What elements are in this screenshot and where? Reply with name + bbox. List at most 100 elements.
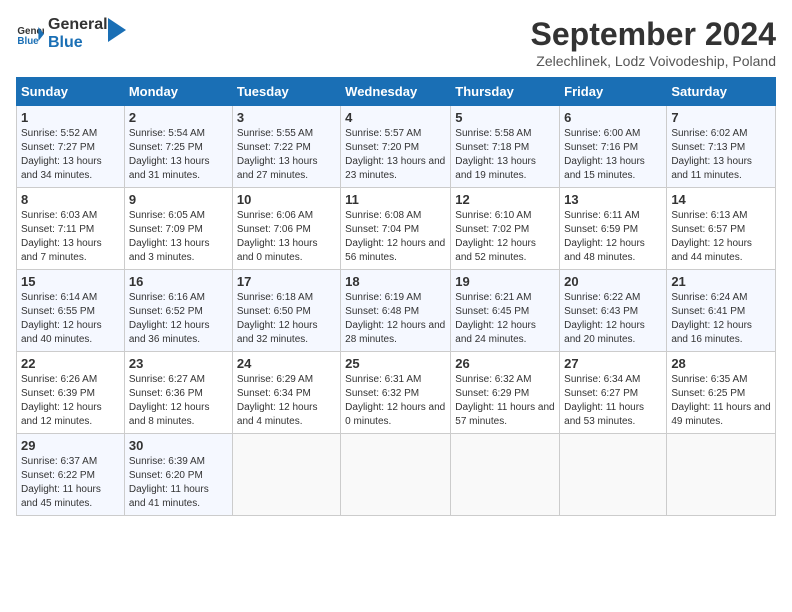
- logo-general: General: [48, 16, 108, 34]
- day-info: Sunrise: 5:57 AMSunset: 7:20 PMDaylight:…: [345, 128, 445, 181]
- table-row: 15Sunrise: 6:14 AMSunset: 6:55 PMDayligh…: [17, 270, 125, 352]
- table-row: 18 Sunrise: 6:19 AMSunset: 6:48 PMDayligh…: [341, 270, 451, 352]
- table-row: 2 Sunrise: 5:54 AMSunset: 7:25 PMDaylight…: [124, 106, 232, 188]
- calendar-week-2: 8Sunrise: 6:03 AMSunset: 7:11 PMDaylight…: [17, 188, 776, 270]
- day-num: 3: [237, 110, 336, 125]
- day-info: Sunrise: 6:08 AMSunset: 7:04 PMDaylight:…: [345, 210, 445, 263]
- table-row: 20 Sunrise: 6:22 AMSunset: 6:43 PMDayligh…: [560, 270, 667, 352]
- day-num: 28: [671, 356, 771, 371]
- table-row: 5 Sunrise: 5:58 AMSunset: 7:18 PMDaylight…: [451, 106, 560, 188]
- table-row: 14Sunrise: 6:13 AMSunset: 6:57 PMDayligh…: [667, 188, 776, 270]
- day-info: Sunrise: 6:24 AMSunset: 6:41 PMDaylight:…: [671, 292, 752, 345]
- day-info: Sunrise: 6:34 AMSunset: 6:27 PMDaylight:…: [564, 374, 644, 427]
- table-row: 3 Sunrise: 5:55 AMSunset: 7:22 PMDaylight…: [232, 106, 340, 188]
- table-row: 22 Sunrise: 6:26 AMSunset: 6:39 PMDayligh…: [17, 352, 125, 434]
- day-info: Sunrise: 6:00 AMSunset: 7:16 PMDaylight:…: [564, 128, 645, 181]
- day-info: Sunrise: 5:58 AMSunset: 7:18 PMDaylight:…: [455, 128, 536, 181]
- calendar-week-4: 22 Sunrise: 6:26 AMSunset: 6:39 PMDayligh…: [17, 352, 776, 434]
- table-row: 4 Sunrise: 5:57 AMSunset: 7:20 PMDaylight…: [341, 106, 451, 188]
- col-tuesday: Tuesday: [232, 78, 340, 106]
- day-info: Sunrise: 6:35 AMSunset: 6:25 PMDaylight:…: [671, 374, 770, 427]
- calendar-title: September 2024: [531, 16, 776, 53]
- day-info: Sunrise: 6:02 AMSunset: 7:13 PMDaylight:…: [671, 128, 752, 181]
- table-row: 21 Sunrise: 6:24 AMSunset: 6:41 PMDayligh…: [667, 270, 776, 352]
- table-row: 7 Sunrise: 6:02 AMSunset: 7:13 PMDaylight…: [667, 106, 776, 188]
- day-num: 5: [455, 110, 555, 125]
- day-info: Sunrise: 6:14 AMSunset: 6:55 PMDaylight:…: [21, 292, 102, 345]
- table-row: 16 Sunrise: 6:16 AMSunset: 6:52 PMDayligh…: [124, 270, 232, 352]
- table-row: 29Sunrise: 6:37 AMSunset: 6:22 PMDayligh…: [17, 434, 125, 516]
- day-info: Sunrise: 6:13 AMSunset: 6:57 PMDaylight:…: [671, 210, 752, 263]
- table-row: 25 Sunrise: 6:31 AMSunset: 6:32 PMDayligh…: [341, 352, 451, 434]
- table-row: 11Sunrise: 6:08 AMSunset: 7:04 PMDayligh…: [341, 188, 451, 270]
- logo-arrow-icon: [108, 18, 126, 42]
- table-row: [451, 434, 560, 516]
- table-row: 12Sunrise: 6:10 AMSunset: 7:02 PMDayligh…: [451, 188, 560, 270]
- cell-1: 1Sunrise: 5:52 AMSunset: 7:27 PMDaylight…: [17, 106, 125, 188]
- day-info: Sunrise: 6:10 AMSunset: 7:02 PMDaylight:…: [455, 210, 536, 263]
- day-info: Sunrise: 5:55 AMSunset: 7:22 PMDaylight:…: [237, 128, 318, 181]
- day-info: Sunrise: 6:11 AMSunset: 6:59 PMDaylight:…: [564, 210, 645, 263]
- day-info: Sunrise: 6:21 AMSunset: 6:45 PMDaylight:…: [455, 292, 536, 345]
- day-info: Sunrise: 6:37 AMSunset: 6:22 PMDaylight:…: [21, 456, 101, 509]
- day-num: 18: [345, 274, 446, 289]
- day-num: 2: [129, 110, 228, 125]
- day-num: 1: [21, 110, 120, 125]
- day-num: 17: [237, 274, 336, 289]
- day-num: 22: [21, 356, 120, 371]
- table-row: 9 Sunrise: 6:05 AMSunset: 7:09 PMDaylight…: [124, 188, 232, 270]
- day-num: 25: [345, 356, 446, 371]
- table-row: 6 Sunrise: 6:00 AMSunset: 7:16 PMDaylight…: [560, 106, 667, 188]
- day-info: Sunrise: 6:06 AMSunset: 7:06 PMDaylight:…: [237, 210, 318, 263]
- table-row: 30 Sunrise: 6:39 AMSunset: 6:20 PMDayligh…: [124, 434, 232, 516]
- day-num: 9: [129, 192, 228, 207]
- svg-text:Blue: Blue: [17, 35, 39, 46]
- table-row: 19Sunrise: 6:21 AMSunset: 6:45 PMDayligh…: [451, 270, 560, 352]
- day-info: Sunrise: 6:03 AMSunset: 7:11 PMDaylight:…: [21, 210, 102, 263]
- table-row: 10 Sunrise: 6:06 AMSunset: 7:06 PMDayligh…: [232, 188, 340, 270]
- day-info: Sunrise: 6:26 AMSunset: 6:39 PMDaylight:…: [21, 374, 102, 427]
- day-num: 7: [671, 110, 771, 125]
- logo: General Blue General Blue: [16, 16, 126, 51]
- day-num: 23: [129, 356, 228, 371]
- col-sunday: Sunday: [17, 78, 125, 106]
- day-num: 27: [564, 356, 662, 371]
- col-monday: Monday: [124, 78, 232, 106]
- day-info: Sunrise: 6:19 AMSunset: 6:48 PMDaylight:…: [345, 292, 445, 345]
- day-info: Sunrise: 6:31 AMSunset: 6:32 PMDaylight:…: [345, 374, 445, 427]
- calendar-title-block: September 2024 Zelechlinek, Lodz Voivode…: [531, 16, 776, 69]
- day-info: Sunrise: 6:18 AMSunset: 6:50 PMDaylight:…: [237, 292, 318, 345]
- calendar-subtitle: Zelechlinek, Lodz Voivodeship, Poland: [531, 53, 776, 69]
- day-info: Sunrise: 5:54 AMSunset: 7:25 PMDaylight:…: [129, 128, 210, 181]
- day-num: 16: [129, 274, 228, 289]
- calendar-header-row: Sunday Monday Tuesday Wednesday Thursday…: [17, 78, 776, 106]
- day-info: Sunrise: 6:39 AMSunset: 6:20 PMDaylight:…: [129, 456, 209, 509]
- day-num: 21: [671, 274, 771, 289]
- logo-icon: General Blue: [16, 20, 44, 48]
- day-num: 4: [345, 110, 446, 125]
- table-row: [667, 434, 776, 516]
- col-saturday: Saturday: [667, 78, 776, 106]
- table-row: [341, 434, 451, 516]
- calendar-week-5: 29Sunrise: 6:37 AMSunset: 6:22 PMDayligh…: [17, 434, 776, 516]
- col-friday: Friday: [560, 78, 667, 106]
- col-wednesday: Wednesday: [341, 78, 451, 106]
- calendar-table: Sunday Monday Tuesday Wednesday Thursday…: [16, 77, 776, 516]
- table-row: 28 Sunrise: 6:35 AMSunset: 6:25 PMDayligh…: [667, 352, 776, 434]
- day-info: Sunrise: 6:16 AMSunset: 6:52 PMDaylight:…: [129, 292, 210, 345]
- calendar-week-1: 1Sunrise: 5:52 AMSunset: 7:27 PMDaylight…: [17, 106, 776, 188]
- day-num: 20: [564, 274, 662, 289]
- day-info: Sunrise: 6:05 AMSunset: 7:09 PMDaylight:…: [129, 210, 210, 263]
- col-thursday: Thursday: [451, 78, 560, 106]
- table-row: 24 Sunrise: 6:29 AMSunset: 6:34 PMDayligh…: [232, 352, 340, 434]
- day-num: 10: [237, 192, 336, 207]
- day-info: Sunrise: 6:22 AMSunset: 6:43 PMDaylight:…: [564, 292, 645, 345]
- logo-blue: Blue: [48, 34, 108, 52]
- day-num: 30: [129, 438, 228, 453]
- day-num: 6: [564, 110, 662, 125]
- day-num: 24: [237, 356, 336, 371]
- table-row: 23 Sunrise: 6:27 AMSunset: 6:36 PMDayligh…: [124, 352, 232, 434]
- table-row: 13Sunrise: 6:11 AMSunset: 6:59 PMDayligh…: [560, 188, 667, 270]
- day-info: Sunrise: 6:27 AMSunset: 6:36 PMDaylight:…: [129, 374, 210, 427]
- day-info: Sunrise: 6:29 AMSunset: 6:34 PMDaylight:…: [237, 374, 318, 427]
